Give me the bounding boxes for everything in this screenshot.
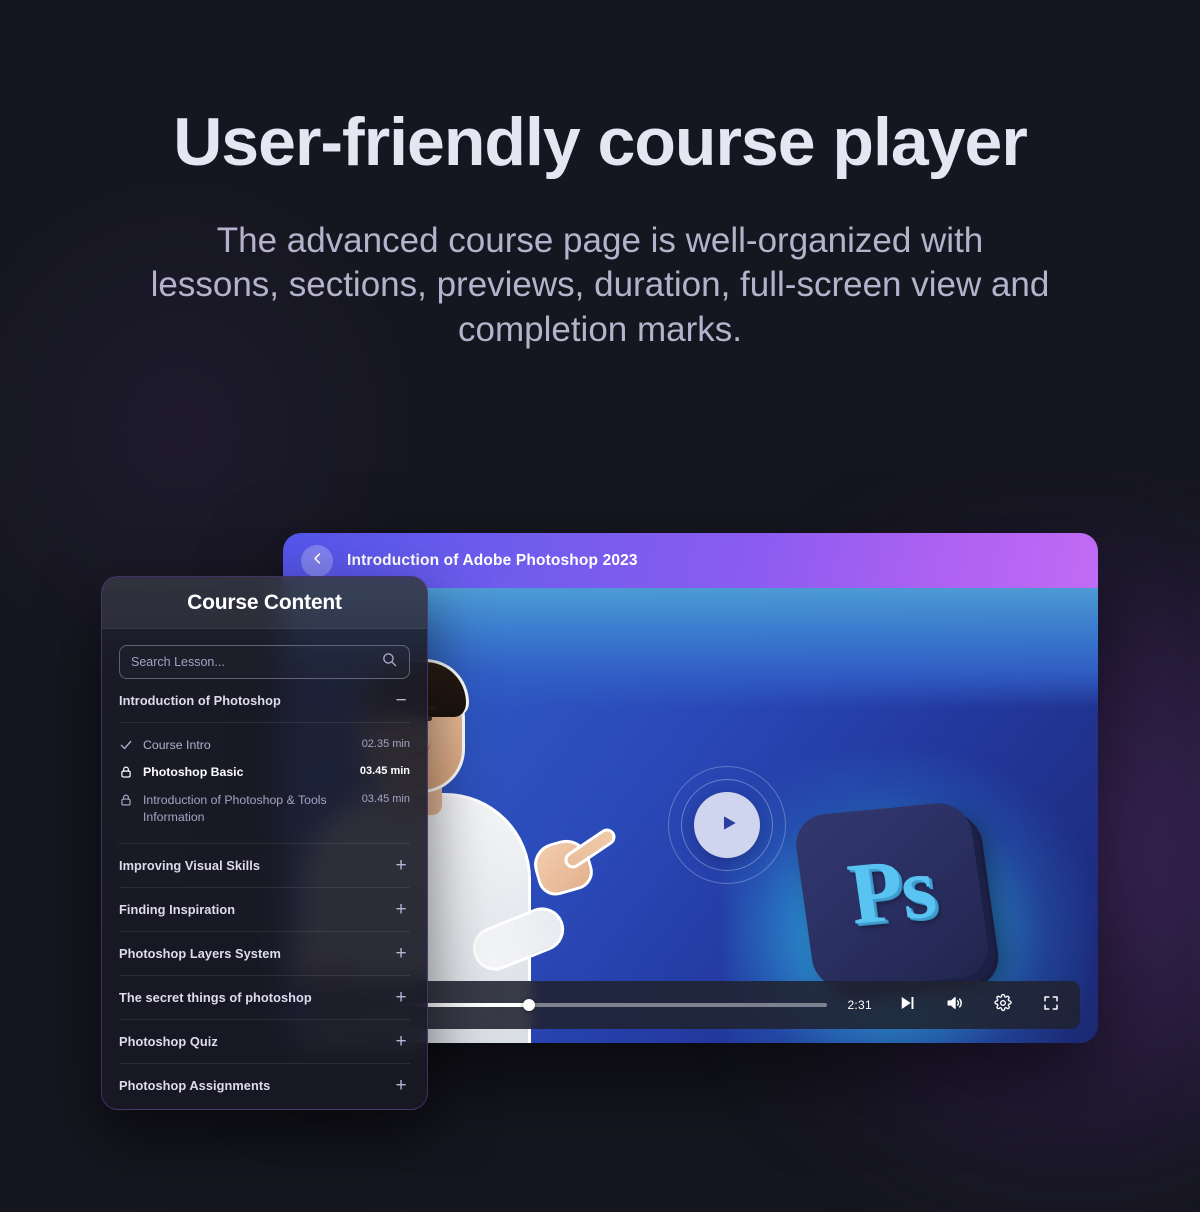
settings-button[interactable]: [990, 992, 1016, 1018]
section-header[interactable]: Photoshop Layers System +: [119, 932, 410, 975]
section-header[interactable]: Improving Visual Skills +: [119, 844, 410, 887]
course-content-sidebar: Course Content Introduction of Photoshop…: [101, 576, 428, 1110]
expand-section-icon[interactable]: +: [392, 988, 410, 1007]
section-title: Photoshop Layers System: [119, 945, 281, 961]
adobe-photoshop-3d-logo: Ps: [792, 800, 992, 992]
collapse-section-icon[interactable]: −: [392, 691, 410, 710]
search-icon[interactable]: [381, 651, 398, 673]
lesson-list: Course Intro 02.35 min Photoshop Basic 03.4…: [119, 722, 410, 843]
player-title: Introduction of Adobe Photoshop 2023: [347, 551, 638, 569]
play-icon: [715, 813, 739, 838]
volume-button[interactable]: [942, 992, 968, 1018]
sidebar-header: Course Content: [102, 577, 427, 629]
course-section: Photoshop Assignments +: [119, 1064, 410, 1107]
chevron-left-icon: [310, 551, 325, 571]
lesson-name: Photoshop Basic: [143, 765, 244, 780]
section-header[interactable]: Photoshop Assignments +: [119, 1064, 410, 1107]
skip-next-button[interactable]: [894, 992, 920, 1018]
expand-section-icon[interactable]: +: [392, 856, 410, 875]
section-header[interactable]: Finding Inspiration +: [119, 888, 410, 931]
section-title: Introduction of Photoshop: [119, 693, 281, 708]
sidebar-body: Introduction of Photoshop − Course Intro 02…: [102, 629, 427, 1107]
check-icon: [119, 737, 134, 752]
photoshop-logo-text: Ps: [842, 839, 940, 944]
course-section: Photoshop Layers System +: [119, 932, 410, 976]
course-section: Improving Visual Skills +: [119, 844, 410, 888]
fullscreen-button[interactable]: [1038, 992, 1064, 1018]
play-button[interactable]: [668, 766, 786, 884]
lesson-item[interactable]: Photoshop Basic 03.45 min: [119, 759, 410, 786]
hero-section: User-friendly course player The advanced…: [0, 0, 1200, 352]
section-list: Introduction of Photoshop − Course Intro 02…: [119, 679, 410, 1107]
volume-icon: [946, 994, 964, 1017]
section-title: Improving Visual Skills: [119, 857, 261, 873]
lesson-name: Course Intro: [143, 738, 211, 752]
section-header[interactable]: Introduction of Photoshop −: [119, 679, 410, 722]
expand-section-icon[interactable]: +: [392, 900, 410, 919]
sidebar-title: Course Content: [187, 590, 342, 614]
expand-section-icon[interactable]: +: [392, 1032, 410, 1051]
course-section: Introduction of Photoshop − Course Intro 02…: [119, 679, 410, 844]
total-duration: 2:31: [847, 998, 872, 1012]
course-section: The secret things of photoshop +: [119, 976, 410, 1020]
section-title: The secret things of photoshop: [119, 989, 312, 1005]
fullscreen-icon: [1042, 994, 1060, 1017]
page-root: User-friendly course player The advanced…: [0, 0, 1200, 1212]
page-subtitle: The advanced course page is well-organiz…: [150, 221, 1050, 349]
section-title: Photoshop Assignments: [119, 1077, 271, 1093]
photoshop-logo-face: Ps: [792, 800, 992, 992]
play-button-circle[interactable]: [694, 792, 760, 858]
course-section: Finding Inspiration +: [119, 888, 410, 932]
search-input[interactable]: [131, 655, 381, 669]
back-button[interactable]: [301, 544, 333, 577]
lesson-duration: 02.35 min: [361, 738, 410, 750]
lesson-duration: 03.45 min: [361, 792, 410, 805]
section-header[interactable]: The secret things of photoshop +: [119, 976, 410, 1019]
lesson-item[interactable]: Introduction of Photoshop & Tools Inform…: [119, 787, 410, 832]
lock-icon: [119, 792, 134, 807]
skip-next-icon: [898, 994, 916, 1017]
settings-gear-icon: [994, 993, 1012, 1017]
section-title: Finding Inspiration: [119, 901, 236, 917]
expand-section-icon[interactable]: +: [392, 944, 410, 963]
progress-bar[interactable]: [361, 999, 828, 1011]
lesson-item[interactable]: Course Intro 02.35 min: [119, 732, 410, 759]
section-header[interactable]: Photoshop Quiz +: [119, 1020, 410, 1063]
expand-section-icon[interactable]: +: [392, 1076, 410, 1095]
page-title: User-friendly course player: [173, 104, 1028, 180]
lock-icon: [119, 764, 134, 779]
search-lesson-box[interactable]: [119, 645, 410, 679]
lesson-name: Introduction of Photoshop & Tools Inform…: [143, 792, 327, 825]
course-section: Photoshop Quiz +: [119, 1020, 410, 1064]
progress-bar-handle[interactable]: [523, 999, 536, 1011]
lesson-duration: 03.45 min: [359, 765, 410, 778]
section-title: Photoshop Quiz: [119, 1033, 218, 1049]
